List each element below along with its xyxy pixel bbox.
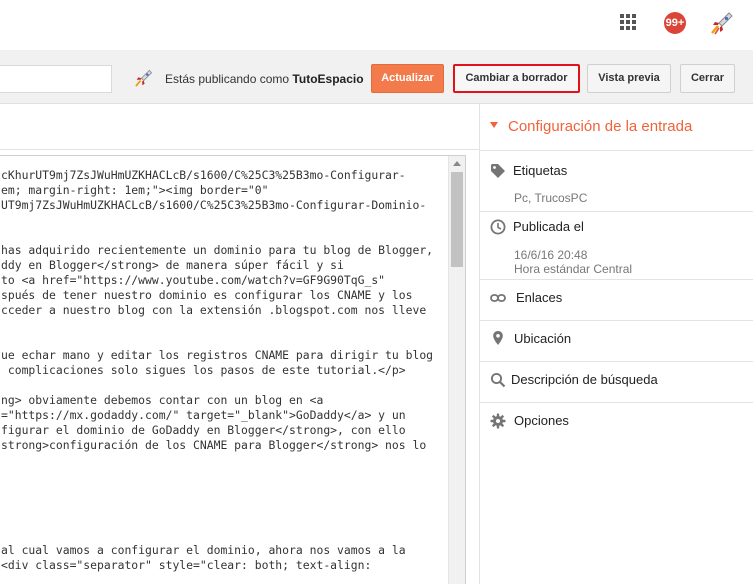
blog-avatar-rocket-icon — [135, 69, 153, 87]
close-button[interactable]: Cerrar — [680, 64, 735, 93]
code-line: spués de tener nuestro dominio es config… — [1, 288, 413, 302]
code-line: al cual vamos a configurar el dominio, a… — [1, 543, 406, 557]
published-date: 16/6/16 20:48 — [514, 248, 588, 262]
divider — [480, 402, 753, 403]
settings-item-search-description-label: Descripción de búsqueda — [511, 372, 658, 387]
settings-item-labels[interactable]: Etiquetas Pc, TrucosPC — [480, 162, 753, 212]
tag-icon — [491, 164, 505, 178]
post-settings-title-text: Configuración de la entrada — [508, 118, 693, 135]
settings-item-options[interactable]: Opciones — [480, 412, 753, 442]
divider — [480, 361, 753, 362]
published-timezone: Hora estándar Central — [514, 262, 633, 276]
settings-item-links-label: Enlaces — [516, 290, 563, 305]
code-line: UT9mj7ZsJWuHmUZKHACLcB/s1600/C%25C3%25B3… — [1, 198, 427, 212]
code-line: ddy en Blogger</strong> de manera súper … — [1, 258, 344, 272]
preview-button[interactable]: Vista previa — [587, 64, 671, 93]
settings-item-labels-label: Etiquetas — [513, 163, 568, 178]
settings-item-location[interactable]: Ubicación — [480, 330, 753, 360]
post-title-input[interactable] — [0, 65, 112, 93]
location-pin-icon — [493, 331, 503, 345]
link-icon — [490, 294, 506, 302]
code-line: em; margin-right: 1em;"><img border="0" — [1, 183, 269, 197]
post-settings-panel: Configuración de la entrada Etiquetas Pc… — [480, 104, 753, 584]
publishing-user: TutoEspacio — [292, 72, 364, 86]
code-line: figurar el dominio de GoDaddy en Blogger… — [1, 423, 406, 437]
divider — [480, 150, 753, 151]
publishing-prefix: Estás publicando como — [165, 72, 290, 86]
divider — [480, 320, 753, 321]
google-top-bar: 99+ — [0, 0, 753, 50]
editor-scrollbar[interactable] — [448, 156, 465, 584]
collapse-arrow-icon — [490, 122, 498, 128]
code-line: has adquirido recientemente un dominio p… — [1, 243, 434, 257]
publishing-as-text: Estás publicando como TutoEspacio — [165, 72, 364, 86]
code-line: cceder a nuestro blog con la extensión .… — [1, 303, 427, 317]
code-line: cKhurUT9mj7ZsJWuHmUZKHACLcB/s1600/C%25C3… — [1, 168, 406, 182]
settings-item-links[interactable]: Enlaces — [480, 289, 753, 319]
html-source-code[interactable]: cKhurUT9mj7ZsJWuHmUZKHACLcB/s1600/C%25C3… — [1, 168, 433, 573]
html-editor-textarea[interactable]: cKhurUT9mj7ZsJWuHmUZKHACLcB/s1600/C%25C3… — [0, 155, 466, 584]
apps-grid-icon[interactable] — [620, 14, 636, 30]
code-line: ue echar mano y editar los registros CNA… — [1, 348, 434, 362]
update-button[interactable]: Actualizar — [371, 64, 444, 93]
settings-item-options-label: Opciones — [514, 413, 569, 428]
code-line: strong>configuración de los CNAME para B… — [1, 438, 427, 452]
code-line: to <a href="https://www.youtube.com/watc… — [1, 273, 386, 287]
post-settings-title[interactable]: Configuración de la entrada — [490, 118, 692, 135]
settings-item-published[interactable]: Publicada el 16/6/16 20:48 Hora estándar… — [480, 218, 753, 278]
notifications-badge[interactable]: 99+ — [664, 12, 686, 34]
code-line: ="https://mx.godaddy.com/" target="_blan… — [1, 408, 406, 422]
divider — [480, 211, 753, 212]
gear-icon — [490, 413, 506, 429]
clock-icon — [490, 219, 506, 235]
labels-value: Pc, TrucosPC — [514, 191, 588, 205]
settings-item-published-label: Publicada el — [513, 219, 584, 234]
settings-item-location-label: Ubicación — [514, 331, 572, 346]
code-line: complicaciones solo sigues los pasos de … — [1, 363, 406, 377]
settings-item-search-description[interactable]: Descripción de búsqueda — [480, 371, 753, 401]
scroll-up-arrow-icon[interactable] — [453, 161, 461, 166]
code-line: ng> obviamente debemos contar con un blo… — [1, 393, 324, 407]
editor-toolbar — [0, 104, 480, 150]
scroll-thumb[interactable] — [451, 172, 463, 267]
account-avatar-rocket-icon[interactable] — [707, 10, 735, 38]
editor-panel: cKhurUT9mj7ZsJWuHmUZKHACLcB/s1600/C%25C3… — [0, 104, 480, 584]
search-icon — [490, 372, 506, 388]
revert-to-draft-button[interactable]: Cambiar a borrador — [453, 64, 580, 93]
code-line: <div class="separator" style="clear: bot… — [1, 558, 372, 572]
divider — [480, 279, 753, 280]
